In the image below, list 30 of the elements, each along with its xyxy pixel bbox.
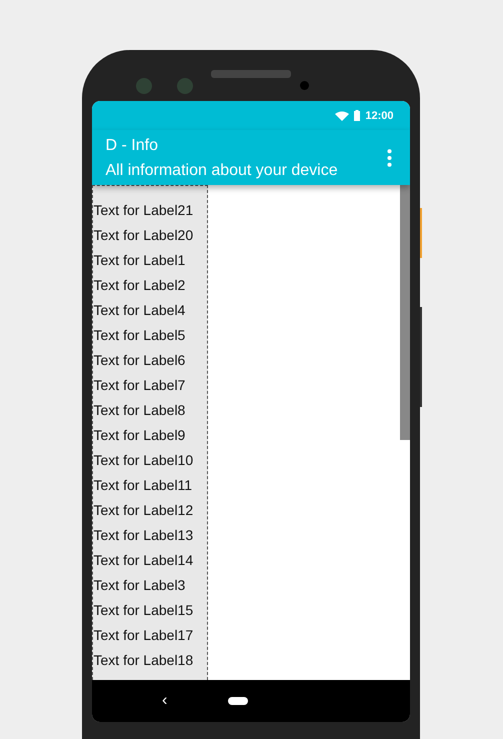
camera-icon: [136, 78, 152, 94]
label-text: Text for Label17: [92, 626, 194, 645]
label-text: Text for Label2: [92, 276, 186, 295]
camera-icon: [176, 78, 192, 94]
label-text: Text for Label18: [92, 651, 194, 670]
label-text: Text for Label1: [92, 251, 186, 270]
wifi-icon: [335, 110, 350, 120]
home-button[interactable]: [228, 697, 248, 705]
label-text: Text for Label10: [92, 451, 194, 470]
label-text: Text for Label21: [92, 201, 194, 220]
back-button[interactable]: ‹: [162, 692, 168, 710]
app-subtitle: All information about your device: [106, 161, 338, 181]
label-text: Text for Label8: [92, 401, 186, 420]
label-text: Text for Label11: [92, 476, 194, 495]
status-time: 12:00: [365, 110, 394, 122]
battery-icon: [354, 110, 360, 121]
label-text: Text for Label3: [92, 576, 186, 595]
app-title: D - Info: [106, 136, 159, 156]
label-text: Text for Label20: [92, 226, 194, 245]
menu-icon[interactable]: [386, 148, 392, 166]
label-text: Text for Label5: [92, 326, 186, 345]
label-text: Text for Label6: [92, 351, 186, 370]
label-text: Text for Label13: [92, 526, 194, 545]
sensor-dot: [300, 81, 308, 90]
label-text: Text for Label7: [92, 376, 186, 395]
label-text: Text for Label15: [92, 601, 194, 620]
label-text: Text for Label9: [92, 426, 186, 445]
label-text: Text for Label4: [92, 301, 186, 320]
label-text: Text for Label14: [92, 551, 194, 570]
label-text: Text for Label12: [92, 501, 194, 520]
